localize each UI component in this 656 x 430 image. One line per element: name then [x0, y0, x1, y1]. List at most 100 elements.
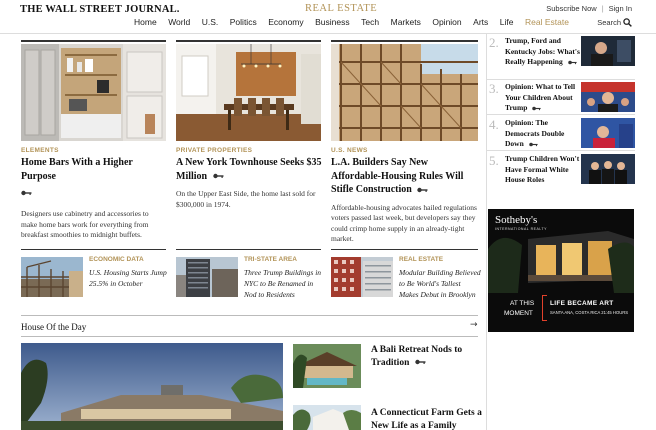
search-label: Search: [597, 18, 621, 27]
small-story-thumb[interactable]: [331, 257, 393, 297]
signin-link[interactable]: Sign In: [609, 4, 632, 13]
small-story-title[interactable]: Three Trump Buildings in NYC to Be Renam…: [244, 267, 326, 300]
most-popular-item[interactable]: 3. Opinion: What to Tell Your Children A…: [487, 81, 637, 118]
key-icon: [212, 174, 224, 179]
ad-brand[interactable]: Sotheby's: [495, 214, 537, 226]
arrow-right-icon[interactable]: →: [470, 320, 478, 330]
search-icon: [623, 18, 632, 27]
key-icon: [528, 142, 538, 147]
column-rule: [21, 40, 166, 42]
story-headline-text[interactable]: L.A. Builders Say New Affordable-Housing…: [331, 157, 463, 195]
most-popular-thumb[interactable]: [581, 82, 635, 112]
story-card[interactable]: PRIVATE PROPERTIES A New York Townhouse …: [176, 44, 324, 210]
nav-home[interactable]: Home: [134, 17, 157, 27]
key-icon: [532, 106, 541, 111]
small-story-category[interactable]: TRI-STATE AREA: [244, 256, 297, 263]
key-icon: [417, 187, 428, 192]
side-story-thumb[interactable]: [293, 405, 361, 430]
most-popular-item[interactable]: 5. Trump Children Won't Have Formal Whit…: [487, 153, 637, 190]
ad-slogan-2: MOMENT: [504, 310, 533, 317]
story-summary: On the Upper East Side, the home last so…: [176, 189, 316, 209]
small-story-category[interactable]: REAL ESTATE: [399, 256, 443, 263]
section-rule: [21, 336, 478, 337]
key-icon: [567, 60, 577, 65]
site-header: THE WALL STREET JOURNAL. REAL ESTATE Sub…: [0, 0, 656, 34]
nav-life[interactable]: Life: [500, 17, 514, 27]
story-category[interactable]: PRIVATE PROPERTIES: [176, 147, 324, 154]
story-category[interactable]: ELEMENTS: [21, 147, 166, 154]
most-popular-title[interactable]: Opinion: What to Tell Your Children Abou…: [505, 82, 581, 114]
story-image-townhouse[interactable]: [176, 44, 321, 141]
story-card[interactable]: ELEMENTS Home Bars With a Higher Purpose…: [21, 44, 166, 241]
nav-economy[interactable]: Economy: [268, 17, 303, 27]
rank-number: 2.: [489, 35, 499, 50]
main-nav: Home World U.S. Politics Economy Busines…: [134, 17, 580, 27]
ad-slogan-1: AT THIS: [510, 300, 535, 307]
story-headline-text[interactable]: Home Bars With a Higher Purpose: [21, 157, 133, 182]
ad-location: SANTA ANA, COSTA RICA 21:45 HOURS: [550, 310, 629, 315]
story-headline[interactable]: A New York Townhouse Seeks $35 Million: [176, 156, 324, 183]
small-story[interactable]: TRI-STATE AREA Three Trump Buildings in …: [176, 250, 326, 310]
nav-opinion[interactable]: Opinion: [432, 17, 461, 27]
story-headline[interactable]: L.A. Builders Say New Affordable-Housing…: [331, 156, 478, 197]
side-story-title[interactable]: A Bali Retreat Nods to Tradition: [371, 344, 483, 369]
story-summary: Affordable-housing advocates hailed regu…: [331, 202, 477, 244]
small-story[interactable]: REAL ESTATE Modular Building Believed to…: [331, 250, 481, 310]
ad-brand-sub: INTERNATIONAL REALTY: [495, 227, 547, 231]
house-of-day-heading[interactable]: House Of the Day: [21, 322, 86, 332]
story-image-kitchen[interactable]: [21, 44, 166, 141]
nav-business[interactable]: Business: [315, 17, 350, 27]
divider: [487, 79, 635, 80]
utility-separator: |: [601, 4, 604, 13]
nav-politics[interactable]: Politics: [230, 17, 257, 27]
most-popular-item[interactable]: 2. Trump, Ford and Kentucky Jobs: What's…: [487, 35, 637, 72]
ad-bracket: [542, 295, 547, 321]
section-title[interactable]: REAL ESTATE: [305, 3, 377, 14]
wsj-logo[interactable]: THE WALL STREET JOURNAL.: [20, 4, 180, 15]
most-popular-title[interactable]: Trump, Ford and Kentucky Jobs: What's Re…: [505, 36, 581, 68]
side-story-title[interactable]: A Connecticut Farm Gets a New Life as a …: [371, 407, 483, 430]
nav-real-estate[interactable]: Real Estate: [525, 17, 569, 27]
key-icon: [21, 190, 32, 196]
most-popular-title[interactable]: Trump Children Won't Have Formal White H…: [505, 154, 581, 186]
rank-number: 3.: [489, 81, 499, 96]
small-story-category[interactable]: ECONOMIC DATA: [89, 256, 144, 263]
most-popular-item[interactable]: 4. Opinion: The Democrats Double Down: [487, 117, 637, 154]
section-rule: [21, 315, 478, 316]
most-popular-thumb[interactable]: [581, 154, 635, 184]
story-summary: Designers use cabinetry and accessories …: [21, 209, 149, 239]
nav-tech[interactable]: Tech: [361, 17, 379, 27]
nav-world[interactable]: World: [168, 17, 190, 27]
search-button[interactable]: Search: [597, 18, 632, 27]
divider: [487, 114, 635, 115]
most-popular-thumb[interactable]: [581, 36, 635, 66]
side-story-thumb[interactable]: [293, 344, 361, 388]
ad-headline: LIFE BECAME ART: [550, 300, 614, 307]
nav-markets[interactable]: Markets: [391, 17, 421, 27]
right-rail: 2. Trump, Ford and Kentucky Jobs: What's…: [486, 34, 656, 430]
subscribe-link[interactable]: Subscribe Now: [546, 4, 596, 13]
story-image-construction[interactable]: [331, 44, 478, 141]
sothebys-advertisement[interactable]: Sotheby's INTERNATIONAL REALTY AT THIS M…: [488, 209, 634, 332]
story-category[interactable]: U.S. NEWS: [331, 147, 478, 154]
column-rule: [176, 40, 321, 42]
story-headline[interactable]: Home Bars With a Higher Purpose: [21, 156, 166, 183]
key-icon: [415, 360, 426, 365]
rank-number: 5.: [489, 153, 499, 168]
house-of-day-image[interactable]: [21, 343, 283, 430]
small-story-thumb[interactable]: [176, 257, 238, 297]
small-story-title[interactable]: U.S. Housing Starts Jump 25.5% in Octobe…: [89, 267, 171, 289]
column-rule: [331, 40, 478, 42]
divider: [487, 150, 635, 151]
small-story-title[interactable]: Modular Building Believed to Be World's …: [399, 267, 481, 300]
story-card[interactable]: U.S. NEWS L.A. Builders Say New Affordab…: [331, 44, 478, 245]
rank-number: 4.: [489, 117, 499, 132]
most-popular-title[interactable]: Opinion: The Democrats Double Down: [505, 118, 581, 150]
small-story[interactable]: ECONOMIC DATA U.S. Housing Starts Jump 2…: [21, 250, 171, 310]
story-headline-text[interactable]: A New York Townhouse Seeks $35 Million: [176, 157, 322, 182]
most-popular-thumb[interactable]: [581, 118, 635, 148]
utility-links: Subscribe Now | Sign In: [546, 4, 632, 13]
nav-arts[interactable]: Arts: [473, 17, 488, 27]
small-story-thumb[interactable]: [21, 257, 83, 297]
nav-us[interactable]: U.S.: [202, 17, 219, 27]
